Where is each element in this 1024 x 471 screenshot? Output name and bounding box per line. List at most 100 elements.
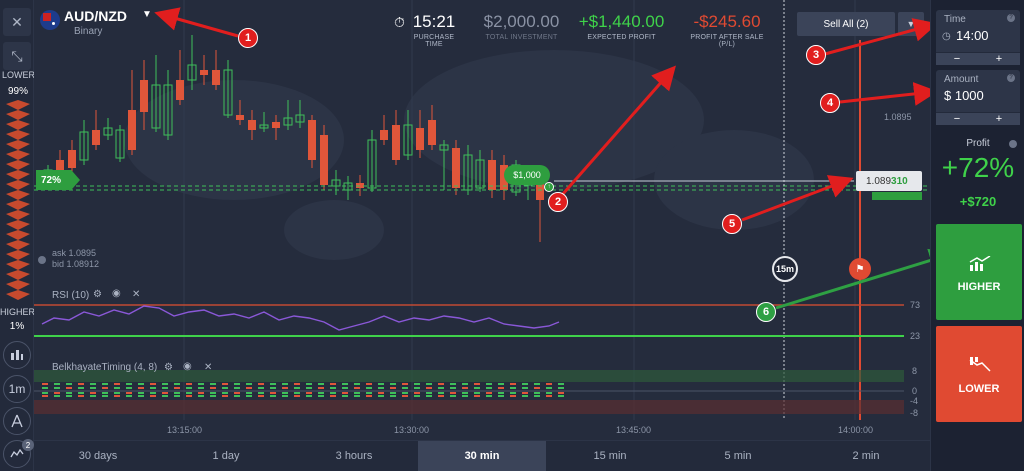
caret-down-icon[interactable]: ▼ — [142, 9, 152, 20]
belkhayate-dot — [114, 395, 120, 397]
timeframe-option-active[interactable]: 30 min — [418, 441, 546, 471]
belkhayate-dot — [546, 383, 552, 385]
belkhayate-dot — [306, 387, 312, 389]
candle-body — [272, 122, 280, 128]
belkhayate-dot — [150, 387, 156, 389]
time-label: 14:00:00 — [838, 425, 874, 435]
help-icon[interactable]: ? — [1007, 74, 1015, 82]
belkhayate-dot — [534, 383, 540, 385]
annotation-badge: 4 — [820, 93, 840, 113]
info-icon[interactable] — [38, 256, 46, 264]
belkhayate-dot — [438, 383, 444, 385]
chart-up-icon — [969, 256, 991, 271]
belkhayate-dot — [438, 392, 444, 394]
belkhayate-dot — [162, 383, 168, 385]
asset-name[interactable]: AUD/NZD — [64, 8, 127, 24]
belk-remove-icon[interactable]: ✕ — [204, 362, 212, 373]
belkhayate-dot — [198, 392, 204, 394]
belkhayate-dot — [414, 395, 420, 397]
belkhayate-dot — [186, 392, 192, 394]
belkhayate-dot — [558, 387, 564, 389]
belkhayate-dot — [270, 392, 276, 394]
time-minus-button[interactable]: − — [936, 52, 978, 65]
belkhayate-dot — [426, 387, 432, 389]
belkhayate-dot — [222, 383, 228, 385]
sell-all-button[interactable]: Sell All (2) — [797, 12, 895, 36]
belkhayate-dot — [162, 387, 168, 389]
timeframe-selector[interactable]: 1m — [3, 375, 31, 403]
chart-type-icon[interactable] — [3, 341, 31, 369]
chart-area[interactable]: AUD/NZD ▼ Binary ⏱ 15:21 PURCHASE TIME $… — [34, 0, 930, 440]
timeframe-option[interactable]: 2 min — [802, 441, 930, 471]
timeframe-option[interactable]: 30 days — [34, 441, 162, 471]
amount-value[interactable]: $ 1000 — [944, 88, 984, 103]
belkhayate-dot — [498, 383, 504, 385]
belkhayate-dot — [114, 387, 120, 389]
close-icon[interactable]: ✕ — [3, 8, 31, 36]
belkhayate-dot — [246, 387, 252, 389]
belkhayate-dot — [390, 395, 396, 397]
belkhayate-dot — [270, 395, 276, 397]
profit-help-icon[interactable] — [1009, 140, 1017, 148]
belkhayate-dot — [318, 383, 324, 385]
belkhayate-dot — [510, 392, 516, 394]
belkhayate-dot — [486, 395, 492, 397]
timeframe-option[interactable]: 5 min — [674, 441, 802, 471]
belkhayate-dot — [522, 383, 528, 385]
belkhayate-dot — [246, 383, 252, 385]
belkhayate-dot — [150, 392, 156, 394]
belkhayate-dot — [258, 383, 264, 385]
belkhayate-dot — [450, 383, 456, 385]
candle-body — [236, 115, 244, 120]
position-tag[interactable]: $1,000 — [504, 165, 550, 185]
lower-button[interactable]: LOWER — [936, 326, 1022, 422]
timeframe-option[interactable]: 3 hours — [290, 441, 418, 471]
lower-label: LOWER — [2, 70, 36, 80]
belkhayate-dot — [54, 395, 60, 397]
belkhayate-dot — [366, 392, 372, 394]
belk-eye-icon[interactable]: ◉ — [183, 361, 192, 372]
amount-plus-button[interactable]: + — [978, 112, 1020, 125]
belkhayate-dot — [198, 395, 204, 397]
belkhayate-dot — [90, 383, 96, 385]
belkhayate-dot — [54, 387, 60, 389]
time-plus-button[interactable]: + — [978, 52, 1020, 65]
candle-body — [428, 120, 436, 145]
candle-body — [140, 80, 148, 112]
chart-down-icon — [969, 357, 991, 372]
eye-icon[interactable]: ◉ — [112, 288, 121, 299]
timeframe-option[interactable]: 1 day — [162, 441, 290, 471]
countdown-timer: 15m — [772, 256, 798, 282]
belkhayate-dot — [54, 392, 60, 394]
belkhayate-dot — [366, 383, 372, 385]
amount-minus-button[interactable]: − — [936, 112, 978, 125]
belkhayate-dot — [66, 395, 72, 397]
candle-body — [68, 150, 76, 168]
belk-settings-icon[interactable]: ⚙ — [164, 362, 173, 373]
belkhayate-dot — [294, 383, 300, 385]
higher-button[interactable]: HIGHER — [936, 224, 1022, 320]
belkhayate-dot — [162, 395, 168, 397]
time-value[interactable]: 14:00 — [956, 28, 989, 43]
belkhayate-dot — [270, 387, 276, 389]
belkhayate-dot — [150, 383, 156, 385]
drawing-tools-icon[interactable] — [3, 407, 31, 435]
belkhayate-dot — [462, 383, 468, 385]
belkhayate-dot — [102, 387, 108, 389]
belkhayate-dot — [330, 395, 336, 397]
remove-indicator-icon[interactable]: ✕ — [132, 289, 140, 300]
belkhayate-dot — [258, 392, 264, 394]
collapse-icon[interactable]: ⤡ — [3, 42, 31, 70]
belkhayate-dot — [126, 395, 132, 397]
timeframe-option[interactable]: 15 min — [546, 441, 674, 471]
sell-all-dropdown-icon[interactable]: ▼ — [898, 12, 924, 36]
help-icon[interactable]: ? — [1007, 14, 1015, 22]
settings-icon[interactable]: ⚙ — [93, 289, 102, 300]
candle-body — [212, 70, 220, 85]
amount-box: Amount ? $ 1000 − + — [936, 70, 1020, 125]
belkhayate-dot — [378, 392, 384, 394]
belkhayate-dot — [462, 395, 468, 397]
belkhayate-dot — [450, 395, 456, 397]
belkhayate-dot — [174, 392, 180, 394]
belkhayate-dot — [90, 387, 96, 389]
